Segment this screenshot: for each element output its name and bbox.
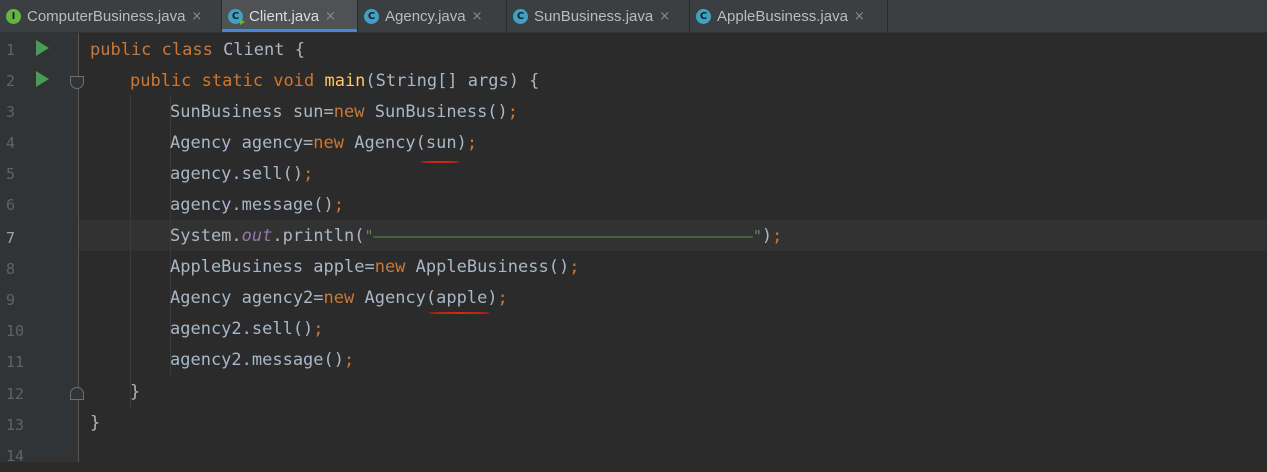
code-line-4: Agency agency=new Agency(sun); (170, 133, 478, 153)
class-file-icon: C (696, 8, 711, 24)
code-line-1: public class Client { (90, 40, 305, 60)
line-number-gutter: 1 2 3 4 5 6 7 8 9 10 11 12 13 14 (0, 33, 84, 465)
red-underline-annotation (420, 161, 460, 163)
tab-applebusiness[interactable]: C AppleBusiness.java × (690, 0, 888, 32)
run-icon[interactable] (36, 71, 49, 87)
class-file-icon: C (513, 8, 528, 24)
line-number: 5 (6, 165, 16, 183)
red-underline-annotation (428, 312, 490, 314)
code-editor[interactable]: public class Client { public static void… (79, 33, 1267, 462)
line-number: 3 (6, 103, 16, 121)
run-icon[interactable] (36, 40, 49, 56)
class-main-file-icon: C (228, 8, 245, 25)
code-line-5: agency.sell(); (170, 164, 314, 184)
tab-client[interactable]: C Client.java × (222, 0, 358, 32)
code-line-10: agency2.sell(); (170, 319, 324, 339)
tab-label: Agency.java (385, 7, 466, 25)
line-number: 13 (6, 416, 25, 434)
interface-file-icon: I (6, 8, 21, 24)
tab-label: AppleBusiness.java (717, 7, 848, 25)
code-line-11: agency2.message(); (170, 350, 355, 370)
code-line-6: agency.message(); (170, 195, 345, 215)
code-line-13: } (90, 413, 101, 433)
tab-label: Client.java (249, 7, 320, 25)
indent-guide (130, 95, 131, 408)
tab-label: ComputerBusiness.java (27, 7, 186, 25)
line-number: 12 (6, 385, 25, 403)
code-line-8: AppleBusiness apple=new AppleBusiness(); (170, 257, 580, 277)
close-icon[interactable]: × (325, 9, 336, 24)
code-line-3: SunBusiness sun=new SunBusiness(); (170, 102, 519, 122)
line-number: 9 (6, 291, 16, 309)
code-line-12: } (130, 382, 141, 402)
line-number: 7 (6, 229, 16, 247)
line-number: 11 (6, 353, 25, 371)
line-number: 8 (6, 260, 16, 278)
close-icon[interactable]: × (191, 9, 202, 24)
code-line-7: System.out.println("————————————————————… (170, 226, 783, 246)
tab-sunbusiness[interactable]: C SunBusiness.java × (507, 0, 690, 32)
code-line-9: Agency agency2=new Agency(apple); (170, 288, 508, 308)
line-number: 6 (6, 196, 16, 214)
line-number: 1 (6, 41, 16, 59)
tab-computerbusiness[interactable]: I ComputerBusiness.java × (0, 0, 222, 32)
close-icon[interactable]: × (659, 9, 670, 24)
tab-agency[interactable]: C Agency.java × (358, 0, 507, 32)
tab-label: SunBusiness.java (534, 7, 654, 25)
close-icon[interactable]: × (854, 9, 865, 24)
class-file-icon: C (364, 8, 379, 24)
line-number: 4 (6, 134, 16, 152)
close-icon[interactable]: × (472, 9, 483, 24)
editor-tab-bar: I ComputerBusiness.java × C Client.java … (0, 0, 1267, 33)
line-number: 14 (6, 447, 25, 465)
line-number: 2 (6, 72, 16, 90)
code-line-2: public static void main(String[] args) { (130, 71, 540, 91)
line-number: 10 (6, 322, 25, 340)
